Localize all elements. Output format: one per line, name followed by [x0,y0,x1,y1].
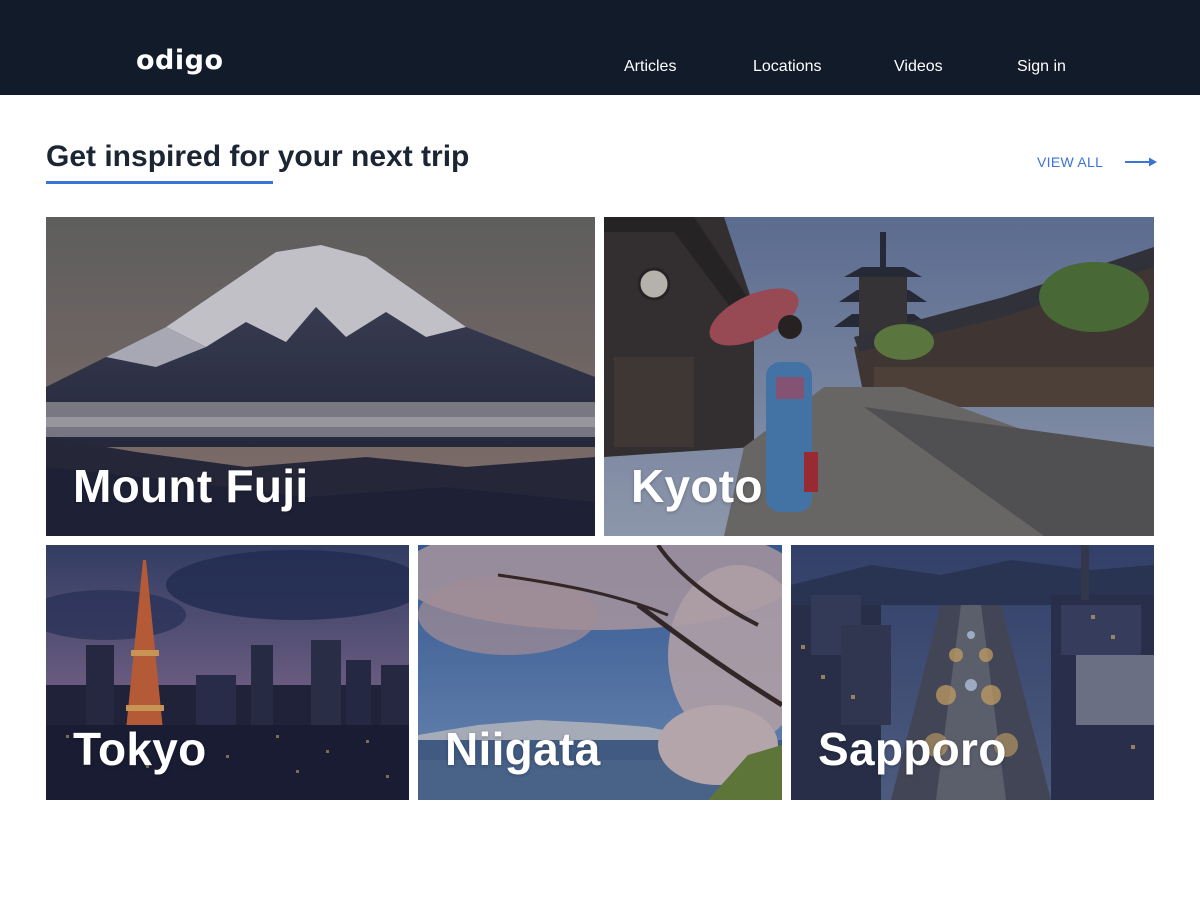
nav-videos-link[interactable]: Videos [894,57,943,77]
destination-card-tokyo[interactable]: Tokyo [46,545,409,800]
destination-card-mount-fuji[interactable]: Mount Fuji [46,217,595,536]
destination-card-sapporo[interactable]: Sapporo [791,545,1154,800]
destination-name: Sapporo [818,723,1007,775]
destination-name: Niigata [445,723,601,775]
destination-card-kyoto[interactable]: Kyoto [604,217,1154,536]
arrow-right-icon [1125,157,1158,167]
nav-sign-in-link[interactable]: Sign in [1017,57,1066,77]
destination-card-niigata[interactable]: Niigata [418,545,782,800]
title-underline [46,181,273,184]
nav-locations-link[interactable]: Locations [753,57,822,77]
view-all-label: VIEW ALL [1037,154,1104,170]
destination-name: Mount Fuji [73,460,309,512]
view-all-link[interactable]: VIEW ALL [1037,152,1158,172]
logo[interactable]: odigo [136,44,224,78]
destination-name: Kyoto [631,460,763,512]
top-nav-bar: odigo Articles Locations Videos Sign in [0,0,1200,95]
section-title: Get inspired for your next trip [46,140,470,173]
nav-articles-link[interactable]: Articles [624,57,676,77]
destination-name: Tokyo [73,723,207,775]
